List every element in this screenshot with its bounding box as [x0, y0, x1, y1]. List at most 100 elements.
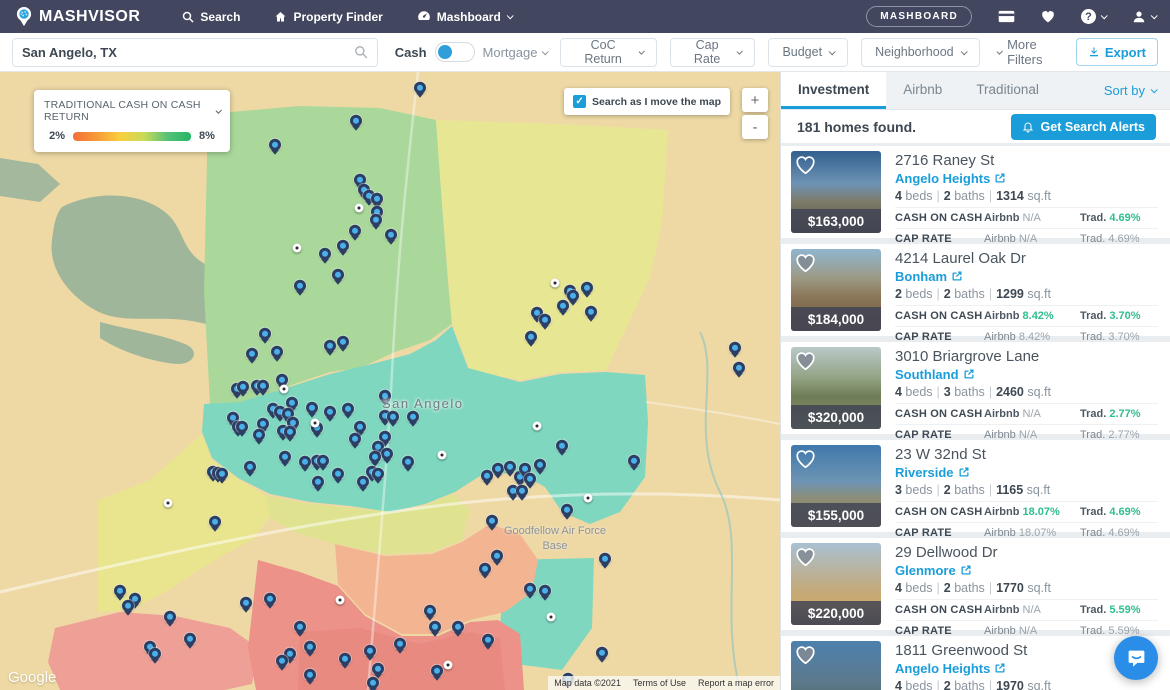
- external-link-icon[interactable]: [958, 466, 970, 478]
- property-map-pin[interactable]: [349, 225, 361, 237]
- property-map-pin[interactable]: [259, 328, 271, 340]
- property-map-pin[interactable]: [729, 342, 741, 354]
- property-map-pin[interactable]: [350, 115, 362, 127]
- account-menu[interactable]: [1132, 10, 1156, 24]
- property-map-pin[interactable]: [317, 455, 329, 467]
- property-map-pin[interactable]: [339, 653, 351, 665]
- neighborhood-link[interactable]: Angelo Heights: [895, 661, 990, 676]
- cash-mortgage-toggle[interactable]: [435, 42, 475, 62]
- property-map-pin[interactable]: [337, 240, 349, 252]
- property-card[interactable]: $220,000 29 Dellwood Dr Glenmore 4 beds|…: [781, 538, 1170, 630]
- property-map-pin[interactable]: [216, 468, 228, 480]
- terms-of-use-link[interactable]: Terms of Use: [627, 676, 692, 690]
- property-map-pin[interactable]: [372, 468, 384, 480]
- neighborhood-link[interactable]: Angelo Heights: [895, 171, 990, 186]
- neighborhood-link[interactable]: Glenmore: [895, 563, 956, 578]
- property-map-pin[interactable]: [304, 641, 316, 653]
- property-map-pin[interactable]: [357, 476, 369, 488]
- property-map-pin[interactable]: [257, 380, 269, 392]
- external-link-icon[interactable]: [994, 172, 1006, 184]
- property-map-pin[interactable]: [585, 306, 597, 318]
- property-map-pin[interactable]: [324, 406, 336, 418]
- external-link-icon[interactable]: [960, 564, 972, 576]
- zoom-out-button[interactable]: -: [742, 115, 768, 139]
- tab-traditional[interactable]: Traditional: [959, 72, 1056, 109]
- property-address[interactable]: 2716 Raney St: [895, 153, 1158, 170]
- mashboard-button[interactable]: MASHBOARD: [866, 6, 972, 27]
- property-map-pin[interactable]: [299, 456, 311, 468]
- property-map-pin[interactable]: [306, 402, 318, 414]
- search-as-move-checkbox[interactable]: ✓ Search as I move the map: [564, 88, 730, 115]
- property-card[interactable]: $163,000 2716 Raney St Angelo Heights 4 …: [781, 146, 1170, 238]
- property-map-pin[interactable]: [319, 248, 331, 260]
- property-map-pin[interactable]: [284, 426, 296, 438]
- help-menu[interactable]: ?: [1081, 9, 1106, 24]
- favorite-heart-icon[interactable]: [795, 449, 816, 469]
- property-map-pin[interactable]: [581, 282, 593, 294]
- neighborhood-filter[interactable]: Neighborhood: [861, 38, 980, 67]
- property-map-pin[interactable]: [534, 459, 546, 471]
- property-map-pin[interactable]: [402, 456, 414, 468]
- property-map-pin[interactable]: [354, 421, 366, 433]
- search-icon[interactable]: [354, 45, 368, 59]
- favorite-heart-icon[interactable]: [795, 253, 816, 273]
- nav-item-mashboard[interactable]: Mashboard: [417, 10, 512, 24]
- property-photo[interactable]: $163,000: [791, 151, 881, 233]
- property-map-pin[interactable]: [567, 290, 579, 302]
- property-map-pin[interactable]: [332, 269, 344, 281]
- property-map-pin[interactable]: [236, 421, 248, 433]
- property-list[interactable]: $163,000 2716 Raney St Angelo Heights 4 …: [781, 144, 1170, 690]
- property-map-pin[interactable]: [149, 648, 161, 660]
- property-map-pin[interactable]: [312, 476, 324, 488]
- favorite-heart-icon[interactable]: [795, 547, 816, 567]
- favorite-heart-icon[interactable]: [795, 645, 816, 665]
- budget-filter[interactable]: Budget: [768, 38, 848, 67]
- heatmap-map[interactable]: San Angelo Goodfellow Air Force Base TRA…: [0, 72, 780, 690]
- property-map-pin[interactable]: [429, 621, 441, 633]
- property-map-pin[interactable]: [504, 461, 516, 473]
- property-map-pin[interactable]: [264, 593, 276, 605]
- property-photo[interactable]: $220,000: [791, 543, 881, 625]
- external-link-icon[interactable]: [951, 270, 963, 282]
- neighborhood-link[interactable]: Bonham: [895, 269, 947, 284]
- property-map-pin[interactable]: [337, 336, 349, 348]
- neighborhood-link[interactable]: Southland: [895, 367, 959, 382]
- sort-by-dropdown[interactable]: Sort by: [1104, 83, 1170, 98]
- mashvisor-logo[interactable]: MASHVISOR: [14, 6, 140, 28]
- property-map-pin[interactable]: [539, 314, 551, 326]
- favorite-heart-icon[interactable]: [795, 351, 816, 371]
- property-map-pin[interactable]: [342, 403, 354, 415]
- property-map-pin[interactable]: [370, 214, 382, 226]
- property-map-pin[interactable]: [367, 677, 379, 689]
- property-address[interactable]: 3010 Briargrove Lane: [895, 349, 1158, 366]
- property-map-pin[interactable]: [279, 451, 291, 463]
- billing-card-icon[interactable]: [998, 10, 1015, 23]
- property-card[interactable]: $155,000 23 W 32nd St Riverside 3 beds|2…: [781, 440, 1170, 532]
- property-map-pin[interactable]: [114, 585, 126, 597]
- property-map-pin[interactable]: [237, 381, 249, 393]
- property-photo[interactable]: $155,000: [791, 445, 881, 527]
- property-map-pin[interactable]: [524, 583, 536, 595]
- property-map-pin[interactable]: [481, 470, 493, 482]
- property-map-pin[interactable]: [516, 485, 528, 497]
- property-card[interactable]: 1811 Greenwood St Angelo Heights 4 beds|…: [781, 636, 1170, 690]
- property-map-pin[interactable]: [424, 605, 436, 617]
- checkbox-checked-icon[interactable]: ✓: [573, 95, 586, 108]
- property-map-pin[interactable]: [244, 461, 256, 473]
- property-map-pin[interactable]: [369, 451, 381, 463]
- property-map-pin[interactable]: [557, 300, 569, 312]
- property-card[interactable]: $320,000 3010 Briargrove Lane Southland …: [781, 342, 1170, 434]
- property-map-pin[interactable]: [492, 463, 504, 475]
- property-map-pin[interactable]: [269, 139, 281, 151]
- property-address[interactable]: 4214 Laurel Oak Dr: [895, 251, 1158, 268]
- property-map-pin[interactable]: [371, 193, 383, 205]
- external-link-icon[interactable]: [963, 368, 975, 380]
- nav-item-search[interactable]: Search: [182, 10, 240, 24]
- property-address[interactable]: 23 W 32nd St: [895, 447, 1158, 464]
- property-map-pin[interactable]: [294, 280, 306, 292]
- property-map-pin[interactable]: [387, 411, 399, 423]
- property-map-pin[interactable]: [482, 634, 494, 646]
- property-map-pin[interactable]: [253, 429, 265, 441]
- property-map-pin[interactable]: [394, 638, 406, 650]
- property-map-pin[interactable]: [524, 473, 536, 485]
